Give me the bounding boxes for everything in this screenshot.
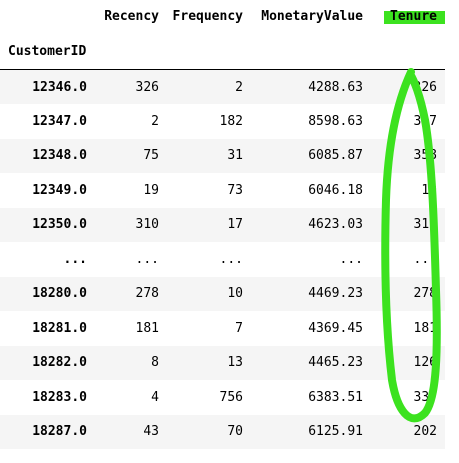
- cell-frequency: 17: [227, 217, 243, 233]
- table-row: 18281.0 181 7 4369.45 181: [0, 311, 445, 346]
- cell-monetaryvalue: 6046.18: [308, 182, 363, 198]
- cell-monetaryvalue: 4469.23: [308, 286, 363, 302]
- cell-tenure: 310: [413, 217, 437, 233]
- corner-cell: [0, 0, 95, 33]
- table-row: ...............: [0, 242, 445, 277]
- cell-recency: 326: [135, 79, 159, 95]
- cell-frequency: 73: [227, 182, 243, 198]
- cell-monetaryvalue: ...: [339, 251, 363, 267]
- table-row: 12350.0 310 17 4623.03 310: [0, 207, 445, 242]
- cell-tenure: 202: [413, 424, 437, 440]
- row-index: 12347.0: [32, 113, 87, 129]
- row-index: 18283.0: [32, 389, 87, 405]
- column-header-recency: Recency: [104, 9, 159, 24]
- column-header-frequency: Frequency: [172, 9, 243, 24]
- row-index: 12348.0: [32, 148, 87, 164]
- index-name: CustomerID: [8, 43, 87, 59]
- cell-monetaryvalue: 4465.23: [308, 355, 363, 371]
- cell-frequency: ...: [219, 251, 243, 267]
- cell-tenure: 19: [421, 182, 437, 198]
- cell-frequency: 7: [235, 320, 243, 336]
- row-index: ...: [63, 251, 87, 267]
- cell-tenure: 181: [413, 320, 437, 336]
- table-row: 18280.0 278 10 4469.23 278: [0, 276, 445, 311]
- table-row: 12346.0 326 2 4288.63 326: [0, 69, 445, 104]
- tenure-label: Tenure: [390, 9, 437, 24]
- cell-tenure: 278: [413, 286, 437, 302]
- cell-monetaryvalue: 6085.87: [308, 148, 363, 164]
- cell-tenure: ...: [413, 251, 437, 267]
- cell-monetaryvalue: 6383.51: [308, 389, 363, 405]
- cell-monetaryvalue: 4288.63: [308, 79, 363, 95]
- cell-recency: 75: [143, 148, 159, 164]
- table-row: 12347.0 2 182 8598.63 367: [0, 104, 445, 139]
- cell-recency: 181: [135, 320, 159, 336]
- cell-monetaryvalue: 8598.63: [308, 113, 363, 129]
- cell-recency: 43: [143, 424, 159, 440]
- row-index: 12350.0: [32, 217, 87, 233]
- dataframe-output: Recency Frequency MonetaryValue Tenure C…: [0, 0, 459, 449]
- table-header: Recency Frequency MonetaryValue Tenure C…: [0, 0, 445, 70]
- column-header-tenure: Tenure: [371, 0, 445, 33]
- cell-tenure: 367: [413, 113, 437, 129]
- row-index: 18287.0: [32, 424, 87, 440]
- cell-monetaryvalue: 4369.45: [308, 320, 363, 336]
- index-name-row: CustomerID: [0, 33, 445, 70]
- cell-monetaryvalue: 6125.91: [308, 424, 363, 440]
- cell-recency: 278: [135, 286, 159, 302]
- row-index: 18280.0: [32, 286, 87, 302]
- cell-frequency: 10: [227, 286, 243, 302]
- table-row: 12348.0 75 31 6085.87 358: [0, 138, 445, 173]
- cell-tenure: 326: [413, 79, 437, 95]
- cell-recency: 310: [135, 217, 159, 233]
- row-index: 12349.0: [32, 182, 87, 198]
- row-index: 18281.0: [32, 320, 87, 336]
- dataframe-table: Recency Frequency MonetaryValue Tenure C…: [0, 0, 445, 449]
- tenure-highlight: Tenure: [384, 9, 445, 24]
- cell-frequency: 13: [227, 355, 243, 371]
- table-row: 18287.0 43 70 6125.91 202: [0, 414, 445, 449]
- cell-frequency: 2: [235, 79, 243, 95]
- cell-recency: 2: [151, 113, 159, 129]
- cell-monetaryvalue: 4623.03: [308, 217, 363, 233]
- table-row: 18282.0 8 13 4465.23 126: [0, 345, 445, 380]
- cell-recency: 8: [151, 355, 159, 371]
- cell-frequency: 31: [227, 148, 243, 164]
- cell-tenure: 358: [413, 148, 437, 164]
- cell-recency: ...: [135, 251, 159, 267]
- table-row: 18283.0 4 756 6383.51 337: [0, 380, 445, 415]
- cell-frequency: 70: [227, 424, 243, 440]
- column-header-monetaryvalue: MonetaryValue: [261, 9, 363, 24]
- table-row: 12349.0 19 73 6046.18 19: [0, 173, 445, 208]
- cell-recency: 4: [151, 389, 159, 405]
- row-index: 18282.0: [32, 355, 87, 371]
- cell-frequency: 756: [219, 389, 243, 405]
- cell-tenure: 337: [413, 389, 437, 405]
- cell-tenure: 126: [413, 355, 437, 371]
- table-body: 12346.0 326 2 4288.63 326 12347.0 2 182 8598.63 3…: [0, 69, 445, 449]
- column-header-row: Recency Frequency MonetaryValue Tenure: [0, 0, 445, 33]
- cell-frequency: 182: [219, 113, 243, 129]
- row-index: 12346.0: [32, 79, 87, 95]
- cell-recency: 19: [143, 182, 159, 198]
